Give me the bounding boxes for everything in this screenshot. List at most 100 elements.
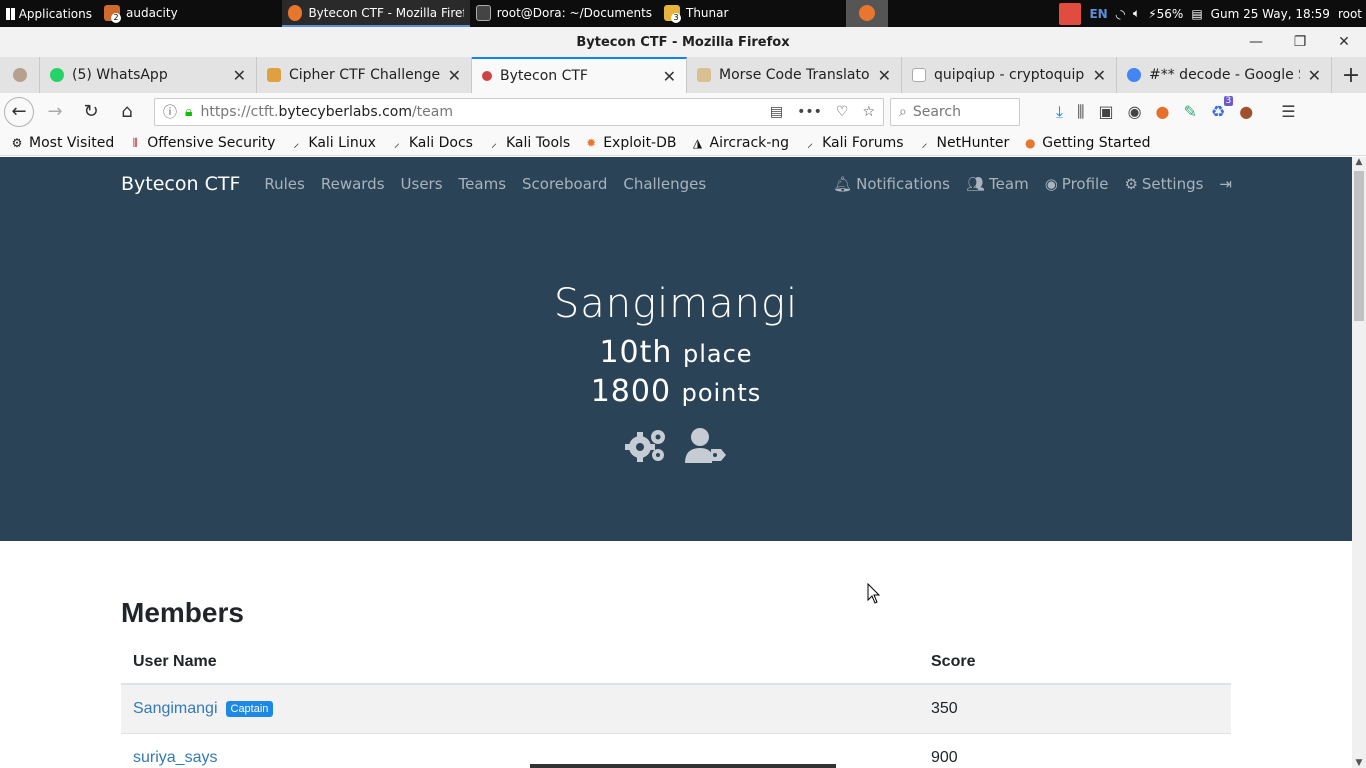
account-icon[interactable]: ◉ (1128, 102, 1142, 121)
site-brand[interactable]: Bytecon CTF (121, 173, 240, 195)
bookmark-kali-linux[interactable]: ⸝ Kali Linux (289, 135, 375, 151)
captain-badge: Captain (225, 700, 274, 717)
reload-button[interactable]: ↻ (76, 97, 106, 127)
search-input[interactable]: ⌕ Search (890, 97, 1020, 126)
user-circle-icon: ◉ (1044, 175, 1058, 193)
close-tab-icon[interactable]: ✕ (663, 67, 676, 86)
window-titlebar: Bytecon CTF - Mozilla Firefox — ❐ ✕ (0, 27, 1366, 57)
column-header-score[interactable]: Score (919, 641, 1231, 685)
close-tab-icon[interactable]: ✕ (1308, 66, 1321, 85)
close-tab-icon[interactable]: ✕ (1093, 66, 1106, 85)
minimize-button[interactable]: — (1234, 27, 1278, 57)
extension-pencil-icon[interactable]: ✎ (1184, 102, 1197, 121)
applications-menu[interactable]: Applications (0, 0, 98, 27)
logout-icon[interactable]: ⇥ (1219, 175, 1232, 193)
scroll-thumb[interactable] (1354, 171, 1364, 321)
user-label[interactable]: root (1338, 7, 1362, 21)
cookie-icon[interactable]: ● (1239, 102, 1253, 121)
close-window-button[interactable]: ✕ (1322, 27, 1366, 57)
task-audacity[interactable]: 2 audacity (98, 0, 282, 27)
task-firefox-launcher[interactable] (846, 0, 888, 27)
extension-badge-icon[interactable]: ♻ 3 (1211, 96, 1234, 121)
task-thunar[interactable]: 3 Thunar (658, 0, 846, 27)
column-header-user[interactable]: User Name (121, 641, 919, 685)
bookmark-exploit-db[interactable]: ✹ Exploit-DB (584, 135, 676, 151)
nav-team[interactable]: 👥︎ Team (966, 175, 1029, 193)
google-icon (1127, 68, 1141, 82)
download-icon[interactable]: ⤓ (1056, 102, 1063, 122)
menu-icon[interactable]: ☰ (1281, 102, 1295, 121)
team-header: Bytecon CTF Rules Rewards Users Teams Sc… (0, 157, 1352, 541)
tab-whatsapp[interactable]: (5) WhatsApp ✕ (40, 57, 257, 93)
bookmark-aircrack[interactable]: ◮ Aircrack-ng (691, 135, 789, 151)
team-name: Sangimangi (553, 281, 799, 327)
close-tab-icon[interactable]: ✕ (233, 66, 246, 85)
task-firefox[interactable]: Bytecon CTF - Mozilla Firefox (282, 0, 470, 27)
close-tab-icon[interactable]: ✕ (878, 66, 891, 85)
member-score: 350 (919, 683, 1231, 733)
team-captain-icon[interactable] (685, 427, 727, 463)
pocket-icon[interactable]: ♡ (836, 104, 849, 120)
bookmark-kali-forums[interactable]: ⸝ Kali Forums (803, 135, 903, 151)
wifi-icon[interactable]: ◟◝ (1116, 7, 1125, 21)
member-link[interactable]: suriya_says (133, 749, 217, 766)
extension-ball-icon[interactable]: ● (1156, 102, 1170, 121)
users-icon: 👥︎ (966, 175, 986, 193)
bookmark-kali-docs[interactable]: ⸝ Kali Docs (390, 135, 473, 151)
tab-google-search[interactable]: #** decode - Google Se ✕ (1117, 57, 1332, 93)
volume-icon[interactable]: 🔈︎ (1133, 6, 1140, 21)
pinned-tab-icon (12, 68, 27, 82)
url-text[interactable]: https://ctft.bytecyberlabs.com/team (200, 104, 453, 120)
bookmark-kali-tools[interactable]: ⸝ Kali Tools (487, 135, 570, 151)
tab-morse-code[interactable]: Morse Code Translator ✕ (687, 57, 902, 93)
bookmark-offensive-security[interactable]: ⫴ Offensive Security (128, 135, 276, 151)
new-tab-button[interactable]: + (1336, 57, 1366, 93)
url-bar[interactable]: ⓘ 🔒︎ https://ctft.bytecyberlabs.com/team… (154, 97, 884, 126)
notification-icon[interactable]: ▤ (1191, 7, 1202, 21)
tab-bytecon-ctf[interactable]: Bytecon CTF ✕ (472, 57, 687, 93)
member-link[interactable]: Sangimangi (133, 700, 218, 717)
task-terminal[interactable]: root@Dora: ~/Documents/... (470, 0, 658, 27)
bookmark-getting-started[interactable]: ● Getting Started (1023, 135, 1151, 151)
info-icon[interactable]: ⓘ (163, 102, 177, 122)
sidebar-icon[interactable]: ▣ (1098, 102, 1113, 121)
bookmark-most-visited[interactable]: ⚙ Most Visited (10, 135, 115, 151)
nav-challenges[interactable]: Challenges (623, 175, 706, 193)
tab-quipqiup[interactable]: quipqiup - cryptoquip an ✕ (902, 57, 1117, 93)
nav-notifications[interactable]: 🔔︎ Notifications (833, 175, 950, 193)
tab-cipher-ctf[interactable]: Cipher CTF Challenge C ✕ (257, 57, 472, 93)
nav-users[interactable]: Users (401, 175, 443, 193)
terminal-icon (476, 4, 491, 21)
home-button[interactable]: ⌂ (112, 97, 142, 127)
close-tab-icon[interactable]: ✕ (448, 66, 461, 85)
kali-icon: ⸝ (490, 135, 497, 150)
restore-button[interactable]: ❐ (1278, 27, 1322, 57)
reader-view-icon[interactable]: ▤ (770, 104, 783, 120)
forward-button[interactable]: → (40, 97, 70, 127)
back-arrow-icon: ← (11, 101, 27, 122)
gear-icon: ⚙ (11, 135, 23, 150)
language-indicator[interactable]: EN (1089, 7, 1107, 21)
nav-teams[interactable]: Teams (459, 175, 506, 193)
team-settings-icon[interactable] (625, 427, 667, 463)
bookmark-star-icon[interactable]: ☆ (862, 104, 875, 120)
lock-icon[interactable]: 🔒︎ (185, 104, 192, 120)
scroll-up-icon[interactable]: ▲ (1352, 157, 1366, 167)
clock[interactable]: Gum 25 Way, 18:59 (1211, 7, 1330, 21)
nav-settings[interactable]: ⚙ Settings (1124, 175, 1203, 193)
tab-pinned[interactable] (0, 57, 40, 93)
nav-profile[interactable]: ◉ Profile (1045, 175, 1109, 193)
keyboard-icon[interactable] (1059, 2, 1082, 25)
library-icon[interactable]: ⫼ (1077, 102, 1084, 122)
member-score: 900 (919, 732, 1231, 768)
scroll-down-icon[interactable]: ▼ (1352, 758, 1366, 768)
nav-rewards[interactable]: Rewards (321, 175, 385, 193)
battery-indicator[interactable]: ⚡︎56% (1148, 7, 1183, 21)
bookmark-nethunter[interactable]: ⸝ NetHunter (918, 135, 1010, 151)
page-scrollbar[interactable]: ▲ ▼ (1352, 157, 1366, 768)
nav-scoreboard[interactable]: Scoreboard (522, 175, 607, 193)
page-actions-icon[interactable]: ••• (797, 104, 822, 120)
nav-rules[interactable]: Rules (264, 175, 304, 193)
back-button[interactable]: ← (4, 96, 34, 127)
firefox-icon (859, 4, 875, 21)
